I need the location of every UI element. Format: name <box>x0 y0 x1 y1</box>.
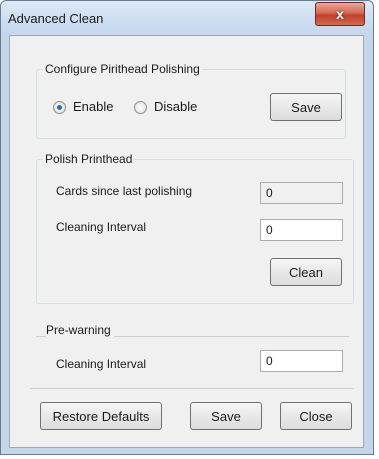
title-bar[interactable]: Advanced Clean x <box>1 1 373 35</box>
close-icon: x <box>336 6 344 22</box>
prewarning-interval-field[interactable] <box>260 350 343 372</box>
polish-interval-label: Cleaning Interval <box>56 220 147 234</box>
prewarning-title: Pre-warning <box>46 323 114 337</box>
save-button[interactable]: Save <box>190 402 262 430</box>
disable-radio-label[interactable]: Disable <box>154 99 197 114</box>
dialog-client-area: Configure Pirithead Polishing Enable Dis… <box>9 35 364 448</box>
polish-interval-field[interactable] <box>260 219 343 241</box>
save-button-label: Save <box>211 408 241 424</box>
cards-since-label: Cards since last polishing <box>56 184 193 198</box>
window-title: Advanced Clean <box>8 11 104 26</box>
polish-printhead-title: Polish Printhead <box>43 152 135 166</box>
prewarning-interval-label: Cleaning Interval <box>56 357 147 371</box>
footer-divider <box>30 388 353 389</box>
close-button-label: Close <box>299 408 333 424</box>
restore-defaults-button[interactable]: Restore Defaults <box>40 402 162 430</box>
disable-radio[interactable] <box>134 101 147 114</box>
polishing-save-button[interactable]: Save <box>270 93 342 121</box>
polishing-save-label: Save <box>291 99 321 115</box>
cards-since-field[interactable] <box>260 182 343 204</box>
enable-radio[interactable] <box>53 101 66 114</box>
close-button[interactable]: Close <box>280 402 352 430</box>
window-close-button[interactable]: x <box>315 2 365 26</box>
advanced-clean-window: Advanced Clean x Configure Pirithead Pol… <box>0 0 374 455</box>
enable-radio-label[interactable]: Enable <box>73 99 113 114</box>
restore-defaults-label: Restore Defaults <box>52 408 150 424</box>
clean-button-label: Clean <box>289 264 323 280</box>
clean-button[interactable]: Clean <box>270 258 342 286</box>
configure-polishing-title: Configure Pirithead Polishing <box>43 62 202 76</box>
